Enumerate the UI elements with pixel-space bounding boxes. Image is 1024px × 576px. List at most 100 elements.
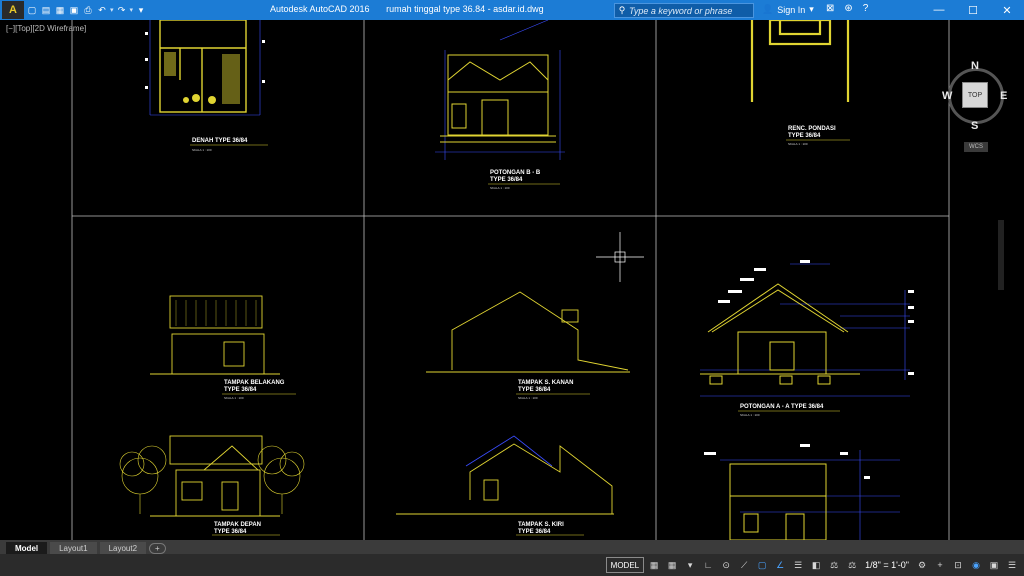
app-title: Autodesk AutoCAD 2016 <box>270 4 370 14</box>
new-icon[interactable]: ▢ <box>26 4 38 16</box>
autocad-window: A ▢ ▤ ▦ ▣ ⎙ ↶ ▾ ↷ ▾ ▾ Autodesk AutoCAD 2… <box>0 0 1024 576</box>
svg-text:RENC. PONDASI: RENC. PONDASI <box>788 126 836 132</box>
compass-east[interactable]: E <box>1000 90 1007 102</box>
annotation-scale-selector[interactable]: 1/8" = 1'-0" <box>862 557 912 573</box>
hardware-acceleration-icon[interactable]: ◉ <box>968 557 984 573</box>
svg-text:TYPE 36/84: TYPE 36/84 <box>490 177 523 183</box>
window-title: Autodesk AutoCAD 2016 rumah tinggal type… <box>270 4 558 14</box>
search-box: ⚲ <box>614 3 754 18</box>
depan-drawing[interactable]: TAMPAK DEPAN TYPE 36/84 <box>119 435 305 536</box>
svg-text:SKALA 1 : 100: SKALA 1 : 100 <box>192 148 212 152</box>
workspace-gear-icon[interactable]: ⚙ <box>914 557 930 573</box>
pondasi-drawing[interactable]: RENC. PONDASI TYPE 36/84 SKALA 1 : 100 <box>750 20 850 146</box>
svg-text:TYPE 36/84: TYPE 36/84 <box>518 387 551 393</box>
ortho-icon[interactable]: ∟ <box>700 557 716 573</box>
denah-title: DENAH TYPE 36/84 <box>192 138 248 144</box>
chevron-down-icon: ▾ <box>809 4 814 14</box>
snap-icon[interactable]: ▦ <box>664 557 680 573</box>
object-snap-tracking-icon[interactable]: ∠ <box>772 557 788 573</box>
annotation-autoscale-icon[interactable]: ⚖ <box>844 557 860 573</box>
drawing-viewport[interactable]: [−][Top][2D Wireframe] DENAH TYPE 36/84 … <box>0 20 1024 540</box>
open-icon[interactable]: ▤ <box>40 4 52 16</box>
svg-text:TYPE 36/84: TYPE 36/84 <box>788 133 821 139</box>
svg-text:SKALA 1 : 100: SKALA 1 : 100 <box>518 396 538 400</box>
svg-text:TAMPAK DEPAN: TAMPAK DEPAN <box>214 522 261 528</box>
user-icon: 👤 <box>762 4 774 14</box>
wcs-menu-button[interactable]: WCS <box>964 142 988 152</box>
transparency-icon[interactable]: ◧ <box>808 557 824 573</box>
compass-north[interactable]: N <box>971 60 979 72</box>
compass-south[interactable]: S <box>971 120 978 132</box>
print-icon[interactable]: ⎙ <box>82 4 94 16</box>
isolate-objects-icon[interactable]: ⊡ <box>950 557 966 573</box>
search-input[interactable] <box>629 5 747 16</box>
application-menu-button[interactable]: A <box>2 1 24 19</box>
tab-layout2[interactable]: Layout2 <box>99 542 147 554</box>
title-bar: A ▢ ▤ ▦ ▣ ⎙ ↶ ▾ ↷ ▾ ▾ Autodesk AutoCAD 2… <box>0 0 1024 20</box>
potongan-partial-drawing[interactable] <box>704 444 900 540</box>
svg-text:TAMPAK S. KIRI: TAMPAK S. KIRI <box>518 522 564 528</box>
layout-tab-bar: Model Layout1 Layout2 + <box>0 540 1024 554</box>
search-icon[interactable]: ⚲ <box>615 5 629 16</box>
status-bar: MODEL ▦ ▦ ▾ ∟ ⊙ ⟋ ▢ ∠ ☰ ◧ ⚖ ⚖ 1/8" = 1'-… <box>0 554 1024 576</box>
close-button[interactable]: ✕ <box>990 0 1024 20</box>
file-title: rumah tinggal type 36.84 - asdar.id.dwg <box>386 4 544 14</box>
grid-icon[interactable]: ▦ <box>646 557 662 573</box>
redo-dropdown-icon[interactable]: ▾ <box>130 6 134 14</box>
viewcube[interactable]: N S E W TOP <box>942 44 1008 132</box>
snap-dropdown-icon[interactable]: ▾ <box>682 557 698 573</box>
potongan-b-drawing[interactable]: POTONGAN B - B TYPE 36/84 SKALA 1 : 100 <box>435 20 565 190</box>
lineweight-icon[interactable]: ☰ <box>790 557 806 573</box>
sign-in-label: Sign In <box>777 4 806 15</box>
save-icon[interactable]: ▦ <box>54 4 66 16</box>
window-controls: — ☐ ✕ <box>922 0 1024 20</box>
svg-text:TYPE 36/84: TYPE 36/84 <box>224 387 257 393</box>
sign-in-button[interactable]: 👤 Sign In ▾ <box>762 4 814 15</box>
svg-text:POTONGAN B - B: POTONGAN B - B <box>490 170 541 176</box>
isodraft-icon[interactable]: ⟋ <box>736 557 752 573</box>
kiri-drawing[interactable]: TAMPAK S. KIRI TYPE 36/84 <box>396 435 614 536</box>
svg-text:SKALA 1 : 100: SKALA 1 : 100 <box>224 396 244 400</box>
crosshair-cursor <box>596 232 644 282</box>
tab-model[interactable]: Model <box>6 542 48 554</box>
quick-access-toolbar: A ▢ ▤ ▦ ▣ ⎙ ↶ ▾ ↷ ▾ ▾ <box>0 0 147 20</box>
help-icon[interactable]: ? <box>863 3 869 14</box>
autodesk-a360-icon[interactable]: ⊛ <box>844 3 852 14</box>
clean-screen-icon[interactable]: ▣ <box>986 557 1002 573</box>
viewport-controls-label[interactable]: [−][Top][2D Wireframe] <box>6 24 86 33</box>
svg-text:TYPE 36/84: TYPE 36/84 <box>214 529 247 535</box>
undo-dropdown-icon[interactable]: ▾ <box>110 6 114 14</box>
svg-text:SKALA 1 : 100: SKALA 1 : 100 <box>788 142 808 146</box>
compass-west[interactable]: W <box>942 90 952 102</box>
model-space-button[interactable]: MODEL <box>605 557 645 573</box>
navigation-bar[interactable] <box>998 220 1004 290</box>
undo-icon[interactable]: ↶ <box>96 4 108 16</box>
svg-text:SKALA 1 : 100: SKALA 1 : 100 <box>490 186 510 190</box>
polar-tracking-icon[interactable]: ⊙ <box>718 557 734 573</box>
svg-text:TYPE 36/84: TYPE 36/84 <box>518 529 551 535</box>
customize-qat-icon[interactable]: ▾ <box>135 4 147 16</box>
viewcube-top-face[interactable]: TOP <box>962 82 988 108</box>
object-snap-icon[interactable]: ▢ <box>754 557 770 573</box>
kanan-drawing[interactable]: TAMPAK S. KANAN TYPE 36/84 SKALA 1 : 100 <box>426 291 630 400</box>
customize-statusbar-icon[interactable]: ☰ <box>1004 557 1020 573</box>
potongan-a-drawing[interactable]: POTONGAN A - A TYPE 36/84 SKALA 1 : 100 <box>700 260 914 417</box>
save-as-icon[interactable]: ▣ <box>68 4 80 16</box>
annotation-monitor-plus-icon[interactable]: + <box>932 557 948 573</box>
drawing-canvas[interactable]: DENAH TYPE 36/84 SKALA 1 : 100 POTONGAN … <box>0 20 1024 540</box>
belakang-drawing[interactable]: TAMPAK BELAKANG TYPE 36/84 SKALA 1 : 100 <box>150 295 296 400</box>
exchange-apps-icon[interactable]: ⊠ <box>826 3 834 14</box>
add-layout-button[interactable]: + <box>149 543 166 554</box>
svg-text:TAMPAK S. KANAN: TAMPAK S. KANAN <box>518 380 573 386</box>
annotation-visibility-icon[interactable]: ⚖ <box>826 557 842 573</box>
redo-icon[interactable]: ↷ <box>116 4 128 16</box>
denah-drawing[interactable]: DENAH TYPE 36/84 SKALA 1 : 100 <box>145 20 268 152</box>
maximize-button[interactable]: ☐ <box>956 0 990 20</box>
svg-text:SKALA 1 : 100: SKALA 1 : 100 <box>740 413 760 417</box>
minimize-button[interactable]: — <box>922 0 956 20</box>
sheet-frame <box>71 20 950 540</box>
svg-text:POTONGAN A - A TYPE 36/84: POTONGAN A - A TYPE 36/84 <box>740 404 824 410</box>
tab-layout1[interactable]: Layout1 <box>50 542 97 554</box>
svg-text:TAMPAK BELAKANG: TAMPAK BELAKANG <box>224 380 285 386</box>
title-right-icons: ⊠ ⊛ ? <box>826 3 868 14</box>
